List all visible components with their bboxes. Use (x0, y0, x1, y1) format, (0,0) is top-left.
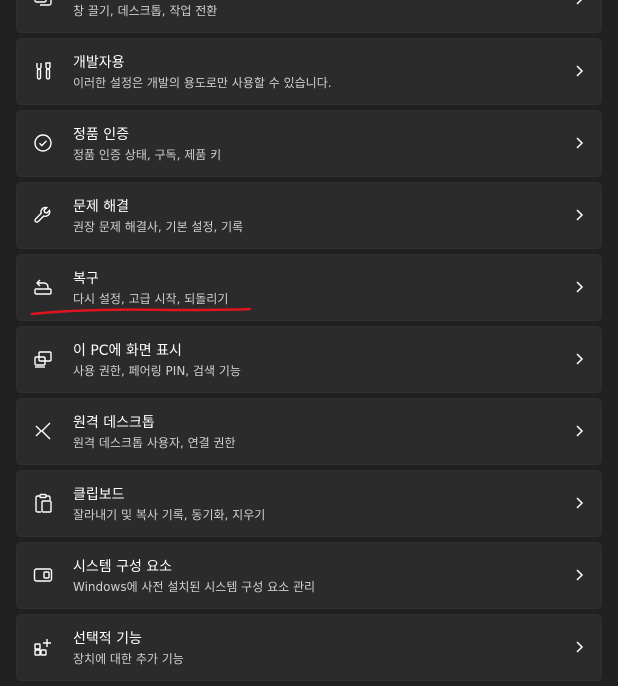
settings-list: 창 끌기, 데스크톱, 작업 전환 개발자용 이러한 설정은 개발의 용도로만 … (16, 0, 602, 686)
chevron-right-icon (574, 0, 584, 6)
settings-item-projecting-to-this-pc[interactable]: 이 PC에 화면 표시 사용 권한, 페어링 PIN, 검색 기능 (16, 326, 602, 393)
settings-item-subtitle: 장치에 대한 추가 기능 (73, 652, 184, 666)
recovery-icon (32, 276, 54, 298)
settings-item-subtitle: 창 끌기, 데스크톱, 작업 전환 (73, 4, 218, 18)
settings-item-for-developers[interactable]: 개발자용 이러한 설정은 개발의 용도로만 사용할 수 있습니다. (16, 38, 602, 105)
settings-item-subtitle: 정품 인증 상태, 구독, 제품 키 (73, 148, 222, 162)
settings-item-subtitle: Windows에 사전 설치된 시스템 구성 요소 관리 (73, 580, 316, 594)
chevron-right-icon (574, 208, 584, 222)
developer-tools-icon (32, 60, 54, 82)
settings-item-subtitle: 사용 권한, 페어링 PIN, 검색 기능 (73, 364, 241, 378)
settings-item-clipboard[interactable]: 클립보드 잘라내기 및 복사 기록, 동기화, 지우기 (16, 470, 602, 537)
chevron-right-icon (574, 424, 584, 438)
chevron-right-icon (574, 640, 584, 654)
settings-item-title: 클립보드 (73, 487, 125, 503)
chevron-right-icon (574, 280, 584, 294)
clipboard-icon (32, 492, 54, 514)
chevron-right-icon (574, 568, 584, 582)
settings-item-subtitle: 다시 설정, 고급 시작, 되돌리기 (73, 292, 229, 306)
settings-item-title: 선택적 기능 (73, 631, 142, 647)
chevron-right-icon (574, 136, 584, 150)
settings-item-remote-desktop[interactable]: 원격 데스크톱 원격 데스크톱 사용자, 연결 권한 (16, 398, 602, 465)
wrench-icon (32, 204, 54, 226)
project-to-pc-icon (32, 348, 54, 370)
settings-item-recovery[interactable]: 복구 다시 설정, 고급 시작, 되돌리기 (16, 254, 602, 321)
chevron-right-icon (574, 64, 584, 78)
settings-item-title: 복구 (73, 271, 99, 287)
settings-item-subtitle: 권장 문제 해결사, 기본 설정, 기록 (73, 220, 244, 234)
settings-item-title: 정품 인증 (73, 127, 129, 143)
chevron-right-icon (574, 352, 584, 366)
settings-item-troubleshoot[interactable]: 문제 해결 권장 문제 해결사, 기본 설정, 기록 (16, 182, 602, 249)
settings-item-subtitle: 이러한 설정은 개발의 용도로만 사용할 수 있습니다. (73, 76, 332, 90)
optional-features-icon (32, 636, 54, 658)
settings-item-multitasking[interactable]: 창 끌기, 데스크톱, 작업 전환 (16, 0, 602, 33)
settings-item-title: 시스템 구성 요소 (73, 559, 173, 575)
settings-item-optional-features[interactable]: 선택적 기능 장치에 대한 추가 기능 (16, 614, 602, 681)
settings-item-system-components[interactable]: 시스템 구성 요소 Windows에 사전 설치된 시스템 구성 요소 관리 (16, 542, 602, 609)
settings-item-subtitle: 원격 데스크톱 사용자, 연결 권한 (73, 436, 236, 450)
settings-item-activation[interactable]: 정품 인증 정품 인증 상태, 구독, 제품 키 (16, 110, 602, 177)
activation-check-icon (32, 132, 54, 154)
chevron-right-icon (574, 496, 584, 510)
settings-item-title: 이 PC에 화면 표시 (73, 343, 182, 359)
remote-desktop-icon (32, 420, 54, 442)
settings-item-subtitle: 잘라내기 및 복사 기록, 동기화, 지우기 (73, 508, 266, 522)
system-components-icon (32, 564, 54, 586)
settings-item-title: 개발자용 (73, 55, 125, 71)
multitasking-icon (32, 0, 54, 10)
settings-item-title: 원격 데스크톱 (73, 415, 155, 431)
settings-item-title: 문제 해결 (73, 199, 129, 215)
